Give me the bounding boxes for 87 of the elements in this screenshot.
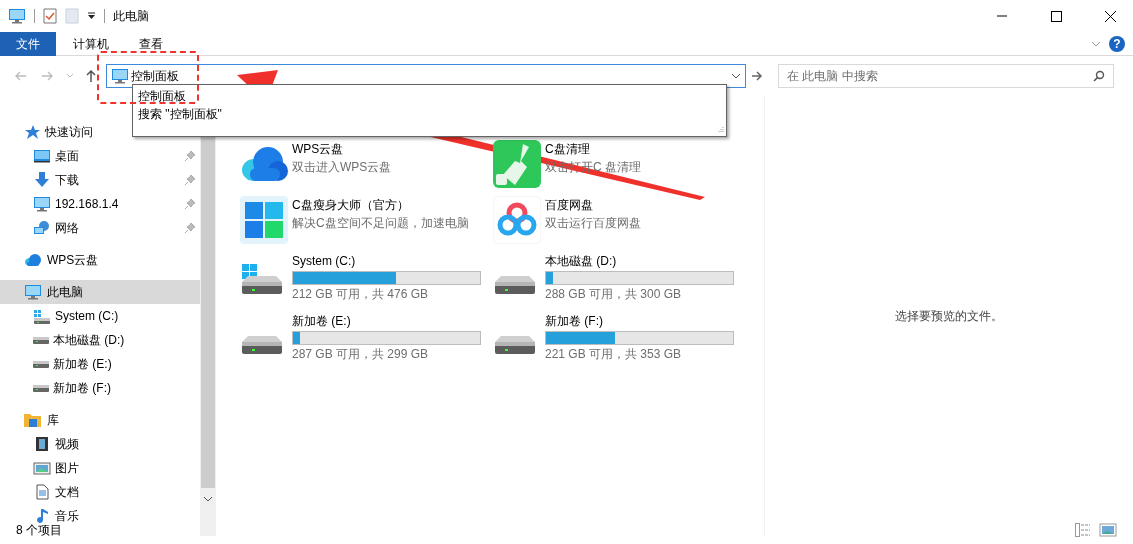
item-title: WPS云盘 bbox=[292, 141, 345, 158]
large-icons-button[interactable] bbox=[1099, 523, 1117, 537]
drive-icon bbox=[33, 336, 49, 344]
drive-icon bbox=[495, 336, 535, 354]
document-icon bbox=[33, 484, 51, 500]
maximize-icon bbox=[1050, 10, 1062, 22]
list-view-icon bbox=[1075, 523, 1091, 537]
nav-item[interactable]: 桌面 bbox=[0, 144, 200, 168]
drive-space: 212 GB 可用，共 476 GB bbox=[292, 287, 430, 301]
item-subtitle: 双击运行百度网盘 bbox=[545, 215, 641, 232]
drive-space: 221 GB 可用，共 353 GB bbox=[545, 347, 683, 361]
drive-icon bbox=[242, 264, 282, 294]
customize-button[interactable] bbox=[87, 12, 96, 20]
folder-icon bbox=[24, 412, 42, 428]
broom-icon bbox=[493, 140, 541, 188]
chevron-down-icon bbox=[67, 74, 73, 78]
item-count: 8 个项目 bbox=[16, 522, 62, 539]
monitor-icon bbox=[33, 196, 51, 212]
drive-name: System (C:) bbox=[292, 254, 357, 268]
expand-ribbon-button[interactable] bbox=[1091, 40, 1101, 47]
help-button[interactable]: ? bbox=[1109, 35, 1125, 52]
download-arrow-icon bbox=[33, 172, 51, 188]
arrow-right-icon bbox=[41, 71, 53, 81]
suggestion-item[interactable]: 控制面板 bbox=[138, 87, 721, 105]
nav-item[interactable]: 新加卷 (F:) bbox=[0, 376, 200, 400]
cloud-icon bbox=[24, 253, 42, 267]
drive-space: 288 GB 可用，共 300 GB bbox=[545, 287, 683, 301]
network-icon bbox=[33, 220, 51, 236]
nav-item[interactable]: 本地磁盘 (D:) bbox=[0, 328, 200, 352]
film-icon bbox=[33, 436, 51, 452]
drive-icon bbox=[33, 308, 51, 324]
chevron-down-icon bbox=[203, 496, 213, 502]
drive-icon bbox=[495, 276, 535, 294]
nav-item[interactable]: 图片 bbox=[0, 456, 200, 480]
caret-icon bbox=[87, 12, 96, 20]
nav-item[interactable]: 视频 bbox=[0, 432, 200, 456]
arrow-up-icon bbox=[86, 70, 96, 82]
drive-icon bbox=[242, 336, 282, 354]
ribbon-tab[interactable]: 计算机 bbox=[60, 31, 122, 56]
nav-item[interactable]: 快速访问 bbox=[0, 120, 200, 144]
nav-item[interactable]: 此电脑 bbox=[0, 280, 200, 304]
close-icon bbox=[1104, 10, 1116, 22]
monitor-icon bbox=[24, 284, 42, 300]
desktop-icon bbox=[33, 148, 51, 164]
nav-item[interactable]: WPS云盘 bbox=[0, 248, 200, 272]
drive-icon bbox=[33, 384, 49, 392]
cloud-rings-icon bbox=[493, 196, 541, 244]
nav-item[interactable]: 库 bbox=[0, 408, 200, 432]
drive-name: 新加卷 (F:) bbox=[545, 314, 604, 328]
window-title: 此电脑 bbox=[113, 8, 149, 25]
drive-name: 本地磁盘 (D:) bbox=[545, 254, 618, 268]
image-icon bbox=[1099, 523, 1117, 537]
nav-item[interactable]: 192.168.1.4 bbox=[0, 192, 200, 216]
drive-icon bbox=[33, 360, 49, 368]
chevron-down-icon bbox=[1091, 40, 1101, 47]
search-icon bbox=[1093, 70, 1105, 82]
monitor-icon bbox=[8, 8, 26, 24]
preview-message: 选择要预览的文件。 bbox=[895, 308, 1003, 325]
drive-name: 新加卷 (E:) bbox=[292, 314, 352, 328]
nav-item[interactable]: 下载 bbox=[0, 168, 200, 192]
item-title: C盘清理 bbox=[545, 141, 591, 158]
item-title: 百度网盘 bbox=[545, 197, 594, 214]
address-input[interactable]: 控制面板 bbox=[129, 66, 731, 86]
arrow-right-icon bbox=[751, 71, 763, 81]
nav-item[interactable]: 网络 bbox=[0, 216, 200, 240]
item-subtitle: 双击进入WPS云盘 bbox=[292, 159, 392, 176]
monitor-icon bbox=[111, 68, 129, 84]
resize-grip-icon bbox=[716, 126, 724, 134]
checklist-icon bbox=[43, 8, 57, 24]
image-icon bbox=[33, 460, 51, 476]
nav-item[interactable]: 文档 bbox=[0, 480, 200, 504]
blank-page-icon bbox=[65, 8, 79, 24]
ribbon-tab[interactable]: 查看 bbox=[126, 31, 176, 56]
suggestion-item[interactable]: 搜索 "控制面板" bbox=[138, 105, 721, 123]
properties-button[interactable] bbox=[43, 8, 57, 24]
drive-space: 287 GB 可用，共 299 GB bbox=[292, 347, 430, 361]
item-subtitle: 解决C盘空间不足问题，加速电脑 bbox=[292, 215, 469, 232]
item-title: C盘瘦身大师（官方） bbox=[292, 197, 410, 214]
arrow-left-icon bbox=[15, 71, 27, 81]
windows-tiles-icon bbox=[240, 196, 288, 244]
nav-item[interactable]: 新加卷 (E:) bbox=[0, 352, 200, 376]
nav-item[interactable]: System (C:) bbox=[0, 304, 200, 328]
star-icon bbox=[24, 124, 40, 140]
minimize-icon bbox=[997, 15, 1007, 17]
details-view-button[interactable] bbox=[1075, 523, 1091, 537]
chevron-down-icon bbox=[731, 73, 741, 79]
search-field[interactable]: 在 此电脑 中搜索 bbox=[778, 64, 1114, 88]
